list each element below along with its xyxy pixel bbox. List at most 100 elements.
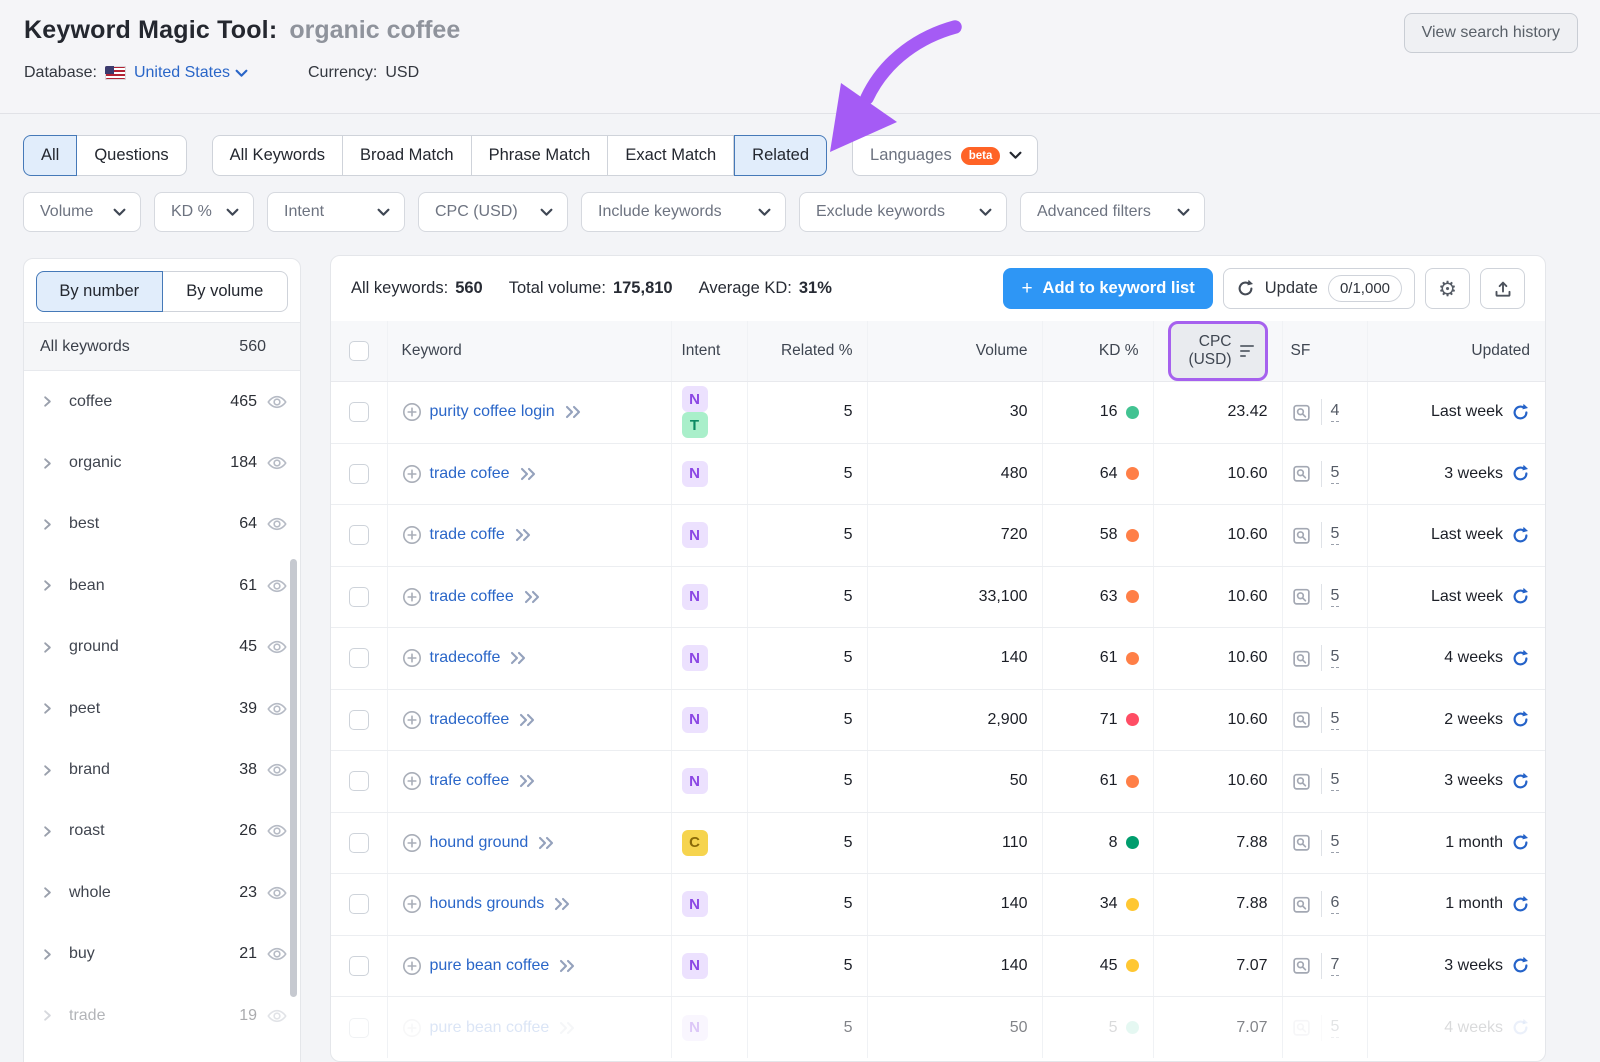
serp-preview-icon[interactable] [1291,525,1312,546]
row-checkbox[interactable] [349,1018,369,1038]
serp-preview-icon[interactable] [1291,832,1312,853]
keyword-link[interactable]: trade coffee [430,588,514,606]
refresh-metrics-icon[interactable] [1511,833,1530,852]
keyword-link[interactable]: pure bean coffee [430,957,550,975]
serp-features-count[interactable]: 4 [1331,402,1340,422]
filter-exclude-keywords[interactable]: Exclude keywords [799,192,1007,232]
add-keyword-icon[interactable] [402,894,422,914]
sidebar-item-brand[interactable]: brand38 [24,739,300,800]
keyword-link[interactable]: tradecoffee [430,711,510,729]
add-keyword-icon[interactable] [402,956,422,976]
eye-icon[interactable] [266,452,288,474]
eye-toggle[interactable] [266,636,288,658]
open-keyword-icon[interactable] [522,589,542,605]
col-cpc[interactable]: CPC (USD) [1153,321,1282,382]
chevron-right-icon[interactable] [40,640,55,655]
add-keyword-icon[interactable] [402,587,422,607]
chevron-right-icon[interactable] [40,947,55,962]
sidebar-item-best[interactable]: best64 [24,494,300,555]
chevron-right-icon[interactable] [40,1008,55,1023]
add-keyword-icon[interactable] [402,648,422,668]
open-keyword-icon[interactable] [552,896,572,912]
col-related[interactable]: Related % [747,321,867,382]
eye-icon[interactable] [266,882,288,904]
filter-advanced-filters[interactable]: Advanced filters [1020,192,1205,232]
row-checkbox[interactable] [349,525,369,545]
eye-icon[interactable] [266,698,288,720]
row-checkbox[interactable] [349,402,369,422]
serp-features-count[interactable]: 5 [1331,710,1340,730]
serp-preview-icon[interactable] [1291,648,1312,669]
add-keyword-icon[interactable] [402,525,422,545]
serp-preview-icon[interactable] [1291,463,1312,484]
serp-features-count[interactable]: 5 [1331,1018,1340,1038]
eye-icon[interactable] [266,513,288,535]
row-checkbox[interactable] [349,648,369,668]
refresh-metrics-icon[interactable] [1511,526,1530,545]
open-keyword-icon[interactable] [557,1020,577,1036]
tab-related[interactable]: Related [734,135,827,176]
col-updated[interactable]: Updated [1367,321,1546,382]
open-keyword-icon[interactable] [563,404,583,420]
refresh-metrics-icon[interactable] [1511,464,1530,483]
keyword-link[interactable]: hound ground [430,834,529,852]
serp-features-count[interactable]: 5 [1331,464,1340,484]
database-select[interactable]: United States [134,64,248,82]
refresh-metrics-icon[interactable] [1511,403,1530,422]
chevron-right-icon[interactable] [40,517,55,532]
refresh-metrics-icon[interactable] [1511,895,1530,914]
sidebar-item-trade[interactable]: trade19 [24,985,300,1046]
serp-preview-icon[interactable] [1291,402,1312,423]
refresh-metrics-icon[interactable] [1511,956,1530,975]
col-kd[interactable]: KD % [1042,321,1153,382]
eye-icon[interactable] [266,575,288,597]
eye-toggle[interactable] [266,882,288,904]
eye-toggle[interactable] [266,759,288,781]
eye-toggle[interactable] [266,698,288,720]
eye-icon[interactable] [266,820,288,842]
serp-features-count[interactable]: 6 [1331,894,1340,914]
tab-all-keywords[interactable]: All Keywords [212,135,343,176]
row-checkbox[interactable] [349,771,369,791]
chevron-right-icon[interactable] [40,763,55,778]
sidebar-item-all-keywords[interactable]: All keywords 560 [24,323,300,371]
chevron-right-icon[interactable] [40,578,55,593]
col-sf[interactable]: SF [1282,321,1367,382]
eye-icon[interactable] [266,759,288,781]
serp-preview-icon[interactable] [1291,709,1312,730]
view-search-history-button[interactable]: View search history [1404,13,1578,53]
open-keyword-icon[interactable] [513,527,533,543]
tab-phrase-match[interactable]: Phrase Match [472,135,609,176]
filter-cpc-usd-[interactable]: CPC (USD) [418,192,568,232]
filter-include-keywords[interactable]: Include keywords [581,192,786,232]
refresh-metrics-icon[interactable] [1511,710,1530,729]
export-button[interactable] [1480,268,1525,309]
sidebar-item-roast[interactable]: roast26 [24,801,300,862]
refresh-metrics-icon[interactable] [1511,1018,1530,1037]
eye-icon[interactable] [266,1005,288,1027]
keyword-link[interactable]: trade coffe [430,526,505,544]
refresh-metrics-icon[interactable] [1511,649,1530,668]
serp-features-count[interactable]: 5 [1331,833,1340,853]
open-keyword-icon[interactable] [518,466,538,482]
tab-broad-match[interactable]: Broad Match [343,135,472,176]
sidebar-item-coffee[interactable]: coffee465 [24,371,300,432]
add-to-keyword-list-button[interactable]: + Add to keyword list [1003,268,1212,309]
row-checkbox[interactable] [349,464,369,484]
serp-preview-icon[interactable] [1291,586,1312,607]
eye-toggle[interactable] [266,575,288,597]
serp-features-count[interactable]: 5 [1331,771,1340,791]
add-keyword-icon[interactable] [402,833,422,853]
refresh-metrics-icon[interactable] [1511,772,1530,791]
update-button[interactable]: Update 0/1,000 [1223,268,1415,309]
eye-toggle[interactable] [266,452,288,474]
serp-features-count[interactable]: 5 [1331,587,1340,607]
keyword-link[interactable]: trade cofee [430,465,510,483]
keyword-link[interactable]: tradecoffe [430,649,501,667]
serp-preview-icon[interactable] [1291,955,1312,976]
add-keyword-icon[interactable] [402,1018,422,1038]
sidebar-item-bean[interactable]: bean61 [24,555,300,616]
row-checkbox[interactable] [349,956,369,976]
serp-features-count[interactable]: 7 [1331,956,1340,976]
eye-toggle[interactable] [266,1005,288,1027]
